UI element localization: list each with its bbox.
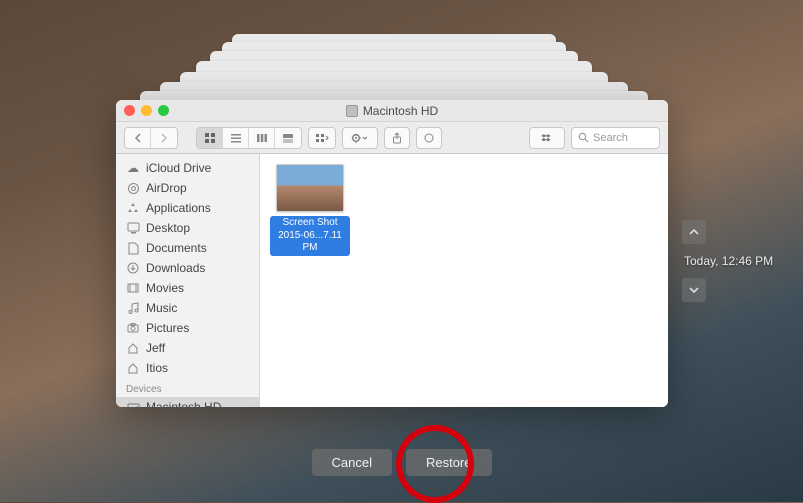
file-name: Screen Shot 2015-06...7.11 PM: [270, 216, 350, 256]
window-titlebar[interactable]: Macintosh HD: [116, 100, 668, 122]
finder-toolbar: Search: [116, 122, 668, 154]
finder-window: Macintosh HD: [116, 100, 668, 407]
sidebar-item-label: AirDrop: [146, 181, 187, 195]
sidebar-item-label: Itios: [146, 361, 168, 375]
timeline-up-button[interactable]: [682, 220, 706, 244]
sidebar-item-music[interactable]: Music: [116, 298, 259, 318]
sidebar-item-label: Applications: [146, 201, 211, 215]
sidebar-item-pictures[interactable]: Pictures: [116, 318, 259, 338]
sidebar-item-documents[interactable]: Documents: [116, 238, 259, 258]
sidebar-item-label: Music: [146, 301, 177, 315]
restore-button[interactable]: Restore: [406, 449, 492, 476]
back-button[interactable]: [125, 128, 151, 148]
home-icon: [126, 341, 140, 355]
zoom-icon[interactable]: [158, 105, 169, 116]
sidebar-item-label: Downloads: [146, 261, 205, 275]
sidebar-item-label: Documents: [146, 241, 207, 255]
sidebar-item-home-itios[interactable]: Itios: [116, 358, 259, 378]
search-field[interactable]: Search: [571, 127, 660, 149]
desktop-icon: [126, 221, 140, 235]
window-title: Macintosh HD: [363, 104, 438, 118]
sidebar-item-label: iCloud Drive: [146, 161, 211, 175]
hard-drive-icon: [126, 400, 140, 407]
file-item[interactable]: Screen Shot 2015-06...7.11 PM: [270, 164, 350, 256]
column-view-button[interactable]: [249, 128, 275, 148]
arrange-group: [308, 127, 336, 149]
minimize-icon[interactable]: [141, 105, 152, 116]
hard-drive-icon: [346, 105, 358, 117]
pictures-icon: [126, 321, 140, 335]
movies-icon: [126, 281, 140, 295]
close-icon[interactable]: [124, 105, 135, 116]
time-machine-timeline: Today, 12:46 PM: [682, 220, 773, 302]
sidebar-item-desktop[interactable]: Desktop: [116, 218, 259, 238]
search-placeholder: Search: [593, 132, 628, 144]
sidebar-item-label: Movies: [146, 281, 184, 295]
search-icon: [578, 132, 589, 143]
sidebar-section-devices: Devices: [116, 378, 259, 397]
tags-button[interactable]: [416, 127, 442, 149]
sidebar-item-home-jeff[interactable]: Jeff: [116, 338, 259, 358]
finder-content[interactable]: Screen Shot 2015-06...7.11 PM: [260, 154, 668, 407]
action-group: [342, 127, 378, 149]
sidebar-item-macintosh-hd[interactable]: Macintosh HD: [116, 397, 259, 407]
timeline-current-label: Today, 12:46 PM: [682, 254, 773, 268]
coverflow-view-button[interactable]: [275, 128, 301, 148]
sidebar-item-label: Jeff: [146, 341, 165, 355]
applications-icon: [126, 201, 140, 215]
dropbox-group: [529, 127, 565, 149]
dropbox-button[interactable]: [530, 128, 564, 148]
window-controls: [124, 105, 169, 116]
sidebar-item-downloads[interactable]: Downloads: [116, 258, 259, 278]
sidebar-item-airdrop[interactable]: AirDrop: [116, 178, 259, 198]
sidebar-item-applications[interactable]: Applications: [116, 198, 259, 218]
time-machine-footer: Cancel Restore: [0, 449, 803, 476]
forward-button[interactable]: [151, 128, 177, 148]
sidebar-item-label: Macintosh HD: [146, 400, 221, 407]
nav-buttons: [124, 127, 178, 149]
music-icon: [126, 301, 140, 315]
airdrop-icon: [126, 181, 140, 195]
sidebar-item-label: Desktop: [146, 221, 190, 235]
timeline-down-button[interactable]: [682, 278, 706, 302]
cancel-button[interactable]: Cancel: [312, 449, 392, 476]
downloads-icon: [126, 261, 140, 275]
icon-view-button[interactable]: [197, 128, 223, 148]
share-button[interactable]: [384, 127, 410, 149]
sidebar-item-label: Pictures: [146, 321, 189, 335]
cloud-icon: ☁︎: [126, 161, 140, 175]
home-icon: [126, 361, 140, 375]
sidebar-item-movies[interactable]: Movies: [116, 278, 259, 298]
arrange-button[interactable]: [309, 128, 335, 148]
file-thumbnail: [276, 164, 344, 212]
list-view-button[interactable]: [223, 128, 249, 148]
documents-icon: [126, 241, 140, 255]
view-mode-buttons: [196, 127, 302, 149]
action-menu-button[interactable]: [343, 128, 377, 148]
sidebar-item-icloud[interactable]: ☁︎ iCloud Drive: [116, 158, 259, 178]
finder-sidebar: ☁︎ iCloud Drive AirDrop Applications Desk…: [116, 154, 260, 407]
